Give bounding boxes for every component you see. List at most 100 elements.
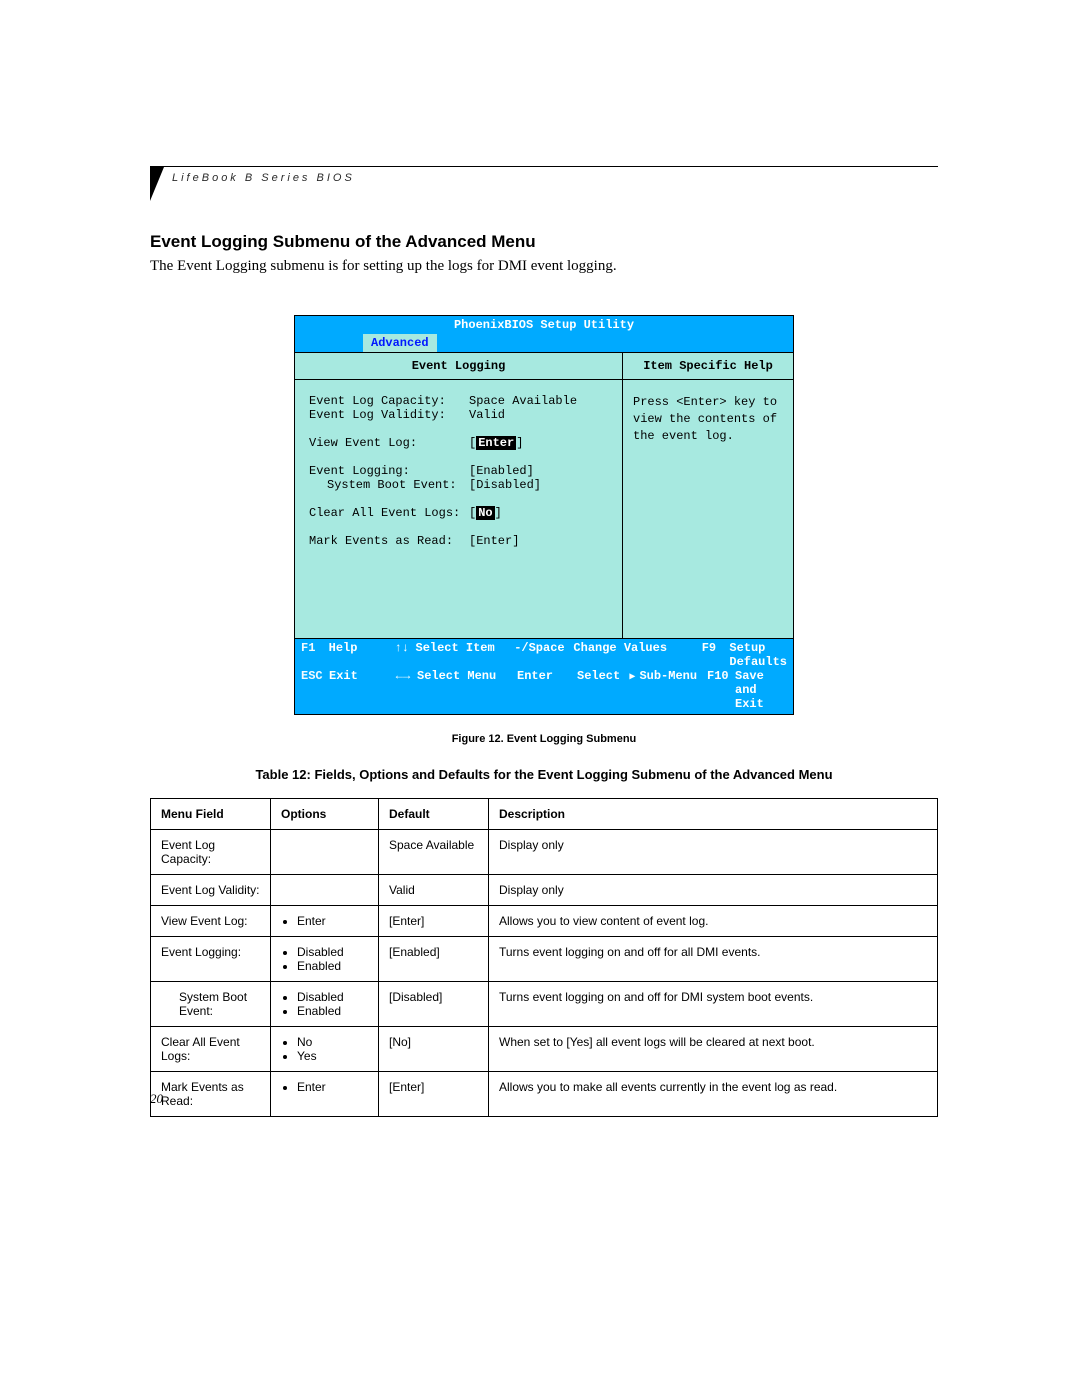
cell-default: Valid <box>379 875 489 906</box>
figure-caption: Figure 12. Event Logging Submenu <box>150 733 938 745</box>
footer-label-submenu: Select Sub-MenuSelect Sub-Menu <box>577 669 707 711</box>
bios-row-value: [Enter] <box>469 534 608 548</box>
bios-row-value: [Disabled] <box>469 478 608 492</box>
cell-options: Enter <box>271 906 379 937</box>
bios-fields: Event Log Capacity:Space AvailableEvent … <box>295 380 622 638</box>
cell-field: System Boot Event: <box>151 982 271 1027</box>
option-item: No <box>297 1035 368 1049</box>
option-item: Yes <box>297 1049 368 1063</box>
cell-options: NoYes <box>271 1027 379 1072</box>
cell-desc: Turns event logging on and off for all D… <box>489 937 938 982</box>
option-item: Enter <box>297 914 368 928</box>
bios-row-label: System Boot Event: <box>309 478 469 492</box>
cell-default: Space Available <box>379 830 489 875</box>
bios-row-value: [Enabled] <box>469 464 608 478</box>
table-row: Mark Events as Read: Enter [Enter]Allows y… <box>151 1072 938 1117</box>
bios-menubar: Advanced <box>294 334 794 352</box>
bios-title: PhoenixBIOS Setup Utility <box>294 315 794 334</box>
cell-options <box>271 875 379 906</box>
table-row: Event Log Validity: ValidDisplay only <box>151 875 938 906</box>
bios-footer: F1 Help ↑↓ Select Item -/Space Change Va… <box>294 639 794 715</box>
footer-key-space: -/Space <box>514 641 573 669</box>
table-row: Event Log Capacity: Space AvailableDispla… <box>151 830 938 875</box>
cell-field: Event Log Capacity: <box>151 830 271 875</box>
footer-key-f10: F10 <box>707 669 735 711</box>
cell-desc: Turns event logging on and off for DMI s… <box>489 982 938 1027</box>
cell-options <box>271 830 379 875</box>
option-item: Disabled <box>297 990 368 1004</box>
cell-default: [Enabled] <box>379 937 489 982</box>
intro-text: The Event Logging submenu is for setting… <box>150 258 938 275</box>
cell-field: Clear All Event Logs: <box>151 1027 271 1072</box>
cell-desc: Allows you to make all events currently … <box>489 1072 938 1117</box>
bios-row[interactable]: Clear All Event Logs:[No] <box>309 506 608 520</box>
bios-row[interactable]: Event Logging:[Enabled] <box>309 464 608 478</box>
cell-default: [No] <box>379 1027 489 1072</box>
bios-help-text: Press <Enter> key to view the contents o… <box>623 380 793 458</box>
bios-row-label: Mark Events as Read: <box>309 534 469 548</box>
cell-default: [Enter] <box>379 906 489 937</box>
cell-default: [Disabled] <box>379 982 489 1027</box>
bios-row-value: Valid <box>469 408 608 422</box>
bios-row-value: [Enter] <box>469 436 608 450</box>
page-number: 20 <box>150 1091 163 1107</box>
footer-key-updown: ↑↓ <box>388 641 416 669</box>
cell-desc: Display only <box>489 830 938 875</box>
bios-tab-advanced[interactable]: Advanced <box>363 334 437 352</box>
bios-row-label: Event Log Capacity: <box>309 394 469 408</box>
cell-field: Event Log Validity: <box>151 875 271 906</box>
cell-field: Event Logging: <box>151 937 271 982</box>
table-row: Event Logging:DisabledEnabled[Enabled]Tu… <box>151 937 938 982</box>
option-item: Enabled <box>297 959 368 973</box>
bios-row[interactable]: System Boot Event:[Disabled] <box>309 478 608 492</box>
bios-left-heading: Event Logging <box>295 353 622 380</box>
footer-label-select-item: Select Item <box>416 641 515 669</box>
header-wedge-icon <box>150 167 164 201</box>
table-row: Clear All Event Logs:NoYes[No]When set t… <box>151 1027 938 1072</box>
footer-key-esc: ESC <box>301 669 329 711</box>
bios-row-value: [No] <box>469 506 608 520</box>
option-item: Enter <box>297 1080 368 1094</box>
cell-options: Enter <box>271 1072 379 1117</box>
bios-row-label: Clear All Event Logs: <box>309 506 469 520</box>
th-default: Default <box>379 799 489 830</box>
footer-key-f1: F1 <box>301 641 329 669</box>
th-desc: Description <box>489 799 938 830</box>
option-item: Disabled <box>297 945 368 959</box>
footer-key-leftright: ←→ <box>389 669 417 711</box>
option-item: Enabled <box>297 1004 368 1018</box>
bios-row[interactable]: Mark Events as Read:[Enter] <box>309 534 608 548</box>
cell-desc: Allows you to view content of event log. <box>489 906 938 937</box>
bios-row-label: Event Logging: <box>309 464 469 478</box>
bios-row-label: Event Log Validity: <box>309 408 469 422</box>
cell-options: DisabledEnabled <box>271 937 379 982</box>
fields-table: Menu Field Options Default Description E… <box>150 798 938 1117</box>
table-caption: Table 12: Fields, Options and Defaults f… <box>150 767 938 782</box>
running-head: LifeBook B Series BIOS <box>172 172 355 184</box>
cell-default: [Enter] <box>379 1072 489 1117</box>
cell-desc: When set to [Yes] all event logs will be… <box>489 1027 938 1072</box>
table-header-row: Menu Field Options Default Description <box>151 799 938 830</box>
bios-row[interactable]: Event Log Capacity:Space Available <box>309 394 608 408</box>
footer-label-save: Save and Exit <box>735 669 787 711</box>
th-options: Options <box>271 799 379 830</box>
bios-right-heading: Item Specific Help <box>623 353 793 380</box>
th-field: Menu Field <box>151 799 271 830</box>
bios-panel: PhoenixBIOS Setup Utility Advanced Event… <box>294 315 794 715</box>
footer-label-defaults: Setup Defaults <box>729 641 787 669</box>
footer-label-select-menu: Select Menu <box>417 669 517 711</box>
cell-options: DisabledEnabled <box>271 982 379 1027</box>
bios-row-label: View Event Log: <box>309 436 469 450</box>
cell-field: Mark Events as Read: <box>151 1072 271 1117</box>
bios-row[interactable]: Event Log Validity:Valid <box>309 408 608 422</box>
footer-key-f9: F9 <box>702 641 730 669</box>
footer-label-exit: Exit <box>329 669 389 711</box>
table-row: System Boot Event:DisabledEnabled[Disabl… <box>151 982 938 1027</box>
cell-desc: Display only <box>489 875 938 906</box>
footer-label-help: Help <box>329 641 388 669</box>
footer-label-change: Change Values <box>573 641 701 669</box>
triangle-icon <box>627 669 639 683</box>
section-title: Event Logging Submenu of the Advanced Me… <box>150 232 938 252</box>
bios-row[interactable]: View Event Log:[Enter] <box>309 436 608 450</box>
footer-key-enter: Enter <box>517 669 577 711</box>
